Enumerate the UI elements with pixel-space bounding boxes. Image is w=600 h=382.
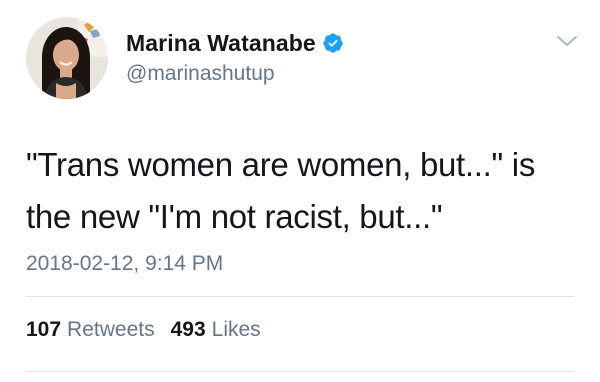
tweet-text-line: the new "I'm not racist, but..."	[26, 198, 443, 235]
user-handle[interactable]: @marinashutup	[126, 62, 344, 86]
retweets-count: 107	[26, 318, 62, 341]
likes-label: Likes	[211, 318, 261, 341]
likes-stat[interactable]: 493 Likes	[171, 318, 261, 342]
divider	[26, 296, 574, 297]
retweets-stat[interactable]: 107 Retweets	[26, 318, 155, 342]
retweets-label: Retweets	[67, 318, 155, 341]
display-name[interactable]: Marina Watanabe	[126, 30, 316, 57]
tweet-header: Marina Watanabe @marinashutup	[26, 17, 344, 99]
avatar[interactable]	[26, 17, 108, 99]
tweet-text: "Trans women are women, but..." is the n…	[26, 139, 574, 243]
verified-badge-icon	[322, 32, 344, 54]
tweet-timestamp[interactable]: 2018-02-12, 9:14 PM	[26, 252, 223, 276]
chevron-down-icon[interactable]	[556, 34, 578, 48]
user-info: Marina Watanabe @marinashutup	[126, 28, 344, 86]
tweet-text-line: "Trans women are women, but..." is	[26, 146, 536, 183]
tweet-card: Marina Watanabe @marinashutup "Trans wom…	[0, 0, 600, 382]
avatar-image	[26, 17, 108, 99]
likes-count: 493	[170, 318, 206, 341]
name-row: Marina Watanabe	[126, 28, 344, 58]
tweet-stats: 107 Retweets 493 Likes	[26, 318, 277, 342]
divider	[26, 371, 574, 372]
